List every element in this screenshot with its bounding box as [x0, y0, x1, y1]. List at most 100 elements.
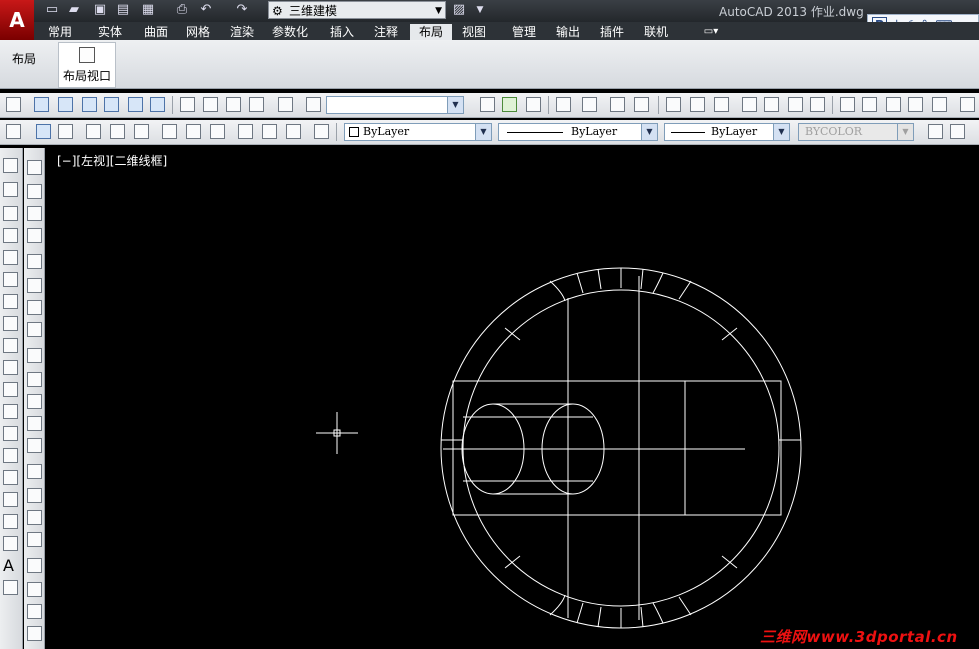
publish-icon[interactable] [788, 97, 803, 112]
tab-home[interactable]: 常用 [44, 24, 76, 40]
view-bottom-icon[interactable] [58, 97, 73, 112]
dim-diameter-icon[interactable] [27, 300, 42, 315]
quick-dim-icon[interactable] [27, 348, 42, 363]
ucs-object-icon[interactable] [110, 124, 125, 139]
ucs-face-icon[interactable] [86, 124, 101, 139]
linetype-dropdown[interactable]: ByLayer ▼ [498, 123, 658, 141]
drawing-area[interactable]: [−][左视][二维线框] [53, 148, 979, 649]
ucs-x-icon[interactable] [238, 124, 253, 139]
tool-palette-icon[interactable] [634, 97, 649, 112]
tab-output[interactable]: 输出 [552, 24, 584, 40]
new-file-icon[interactable] [666, 97, 681, 112]
view-right-icon[interactable] [104, 97, 119, 112]
plot-icon[interactable]: ⎙ [174, 2, 190, 18]
cut-icon[interactable] [840, 97, 855, 112]
camera-icon[interactable] [278, 97, 293, 112]
region-icon[interactable] [3, 514, 18, 529]
spline-icon[interactable] [3, 338, 18, 353]
dim-text-edit-icon[interactable] [27, 582, 42, 597]
open-file-icon[interactable] [690, 97, 705, 112]
ucs-apply-icon[interactable] [314, 124, 329, 139]
block-editor-icon[interactable] [932, 97, 947, 112]
make-block-icon[interactable] [3, 426, 18, 441]
layer-state-icon[interactable]: ▨ [451, 2, 467, 18]
mtext-icon[interactable]: A [3, 558, 18, 574]
dim-break-icon[interactable] [27, 438, 42, 453]
tab-parametric[interactable]: 参数化 [266, 24, 314, 40]
tab-manage[interactable]: 管理 [508, 24, 540, 40]
tolerance-icon[interactable] [27, 464, 42, 479]
checkmark-icon[interactable] [502, 97, 517, 112]
view-left-icon[interactable] [82, 97, 97, 112]
ucs-view-icon[interactable] [134, 124, 149, 139]
tab-mesh[interactable]: 网格 [182, 24, 214, 40]
ucs-icon[interactable] [6, 97, 21, 112]
view-top-icon[interactable] [34, 97, 49, 112]
rectangle-icon[interactable] [3, 250, 18, 265]
globe-icon[interactable] [36, 124, 51, 139]
ucs-origin-icon[interactable] [162, 124, 177, 139]
dim-style-icon[interactable] [27, 626, 42, 641]
ellipse-icon[interactable] [3, 360, 18, 375]
tab-view[interactable]: 视图 [458, 24, 490, 40]
layer-match-icon[interactable] [480, 97, 495, 112]
dim-linear-icon[interactable] [27, 160, 42, 175]
view-front-icon[interactable] [128, 97, 143, 112]
xline-icon[interactable] [3, 182, 18, 197]
view-back-icon[interactable] [150, 97, 165, 112]
dim-radius-icon[interactable] [27, 254, 42, 269]
lineweight-dropdown[interactable]: ByLayer ▼ [664, 123, 790, 141]
application-menu-button[interactable]: A [0, 0, 34, 40]
undo-toolbar-icon[interactable] [960, 97, 975, 112]
dimension-icon[interactable] [556, 97, 571, 112]
ucs-z-icon[interactable] [286, 124, 301, 139]
point-icon[interactable] [3, 448, 18, 463]
open-icon[interactable]: ▰ [66, 2, 82, 18]
ucs-previous-icon[interactable] [58, 124, 73, 139]
paste-icon[interactable] [886, 97, 901, 112]
ne-iso-icon[interactable] [226, 97, 241, 112]
plotstyle-dropdown[interactable]: BYCOLOR ▼ [798, 123, 914, 141]
tab-insert[interactable]: 插入 [326, 24, 358, 40]
ellipse-arc-icon[interactable] [3, 382, 18, 397]
layer-dropdown[interactable]: ▼ [326, 96, 464, 114]
copy-icon[interactable] [862, 97, 877, 112]
redo-icon[interactable]: ↷ [234, 2, 250, 18]
undo-icon[interactable]: ↶ [198, 2, 214, 18]
save-icon[interactable]: ▣ [92, 2, 108, 18]
arc-icon[interactable] [3, 272, 18, 287]
dim-arclength-icon[interactable] [27, 206, 42, 221]
layout-viewport-button[interactable]: 布局视口 [58, 42, 116, 88]
dim-baseline-icon[interactable] [27, 372, 42, 387]
dim-edit-icon[interactable] [27, 558, 42, 573]
tab-layout[interactable]: 布局 [410, 24, 452, 40]
color-dropdown[interactable]: ByLayer ▼ [344, 123, 492, 141]
nw-iso-icon[interactable] [249, 97, 264, 112]
circle-icon[interactable] [3, 294, 18, 309]
wedge-icon[interactable] [950, 124, 965, 139]
print-preview-icon[interactable] [764, 97, 779, 112]
dim-continue-icon[interactable] [27, 394, 42, 409]
dim-angular-icon[interactable] [27, 322, 42, 337]
tab-surface[interactable]: 曲面 [140, 24, 172, 40]
revcloud-icon[interactable] [3, 316, 18, 331]
box-icon[interactable] [928, 124, 943, 139]
line-icon[interactable] [3, 158, 18, 173]
layer-previous-icon[interactable] [526, 97, 541, 112]
tab-solid[interactable]: 实体 [94, 24, 126, 40]
print-icon[interactable] [742, 97, 757, 112]
add-selected-icon[interactable] [3, 580, 18, 595]
dim-update-icon[interactable] [27, 604, 42, 619]
tab-render[interactable]: 渲染 [226, 24, 258, 40]
design-center-icon[interactable] [610, 97, 625, 112]
layout-panel-button[interactable]: 布局 [12, 50, 36, 67]
hatch-icon[interactable] [3, 470, 18, 485]
3d-dwf-icon[interactable] [810, 97, 825, 112]
tab-annotate[interactable]: 注释 [370, 24, 402, 40]
polygon-icon[interactable] [3, 228, 18, 243]
layer-properties-icon[interactable] [306, 97, 321, 112]
ucs-y-icon[interactable] [262, 124, 277, 139]
gradient-icon[interactable] [3, 492, 18, 507]
dim-aligned-icon[interactable] [27, 184, 42, 199]
polyline-icon[interactable] [3, 206, 18, 221]
